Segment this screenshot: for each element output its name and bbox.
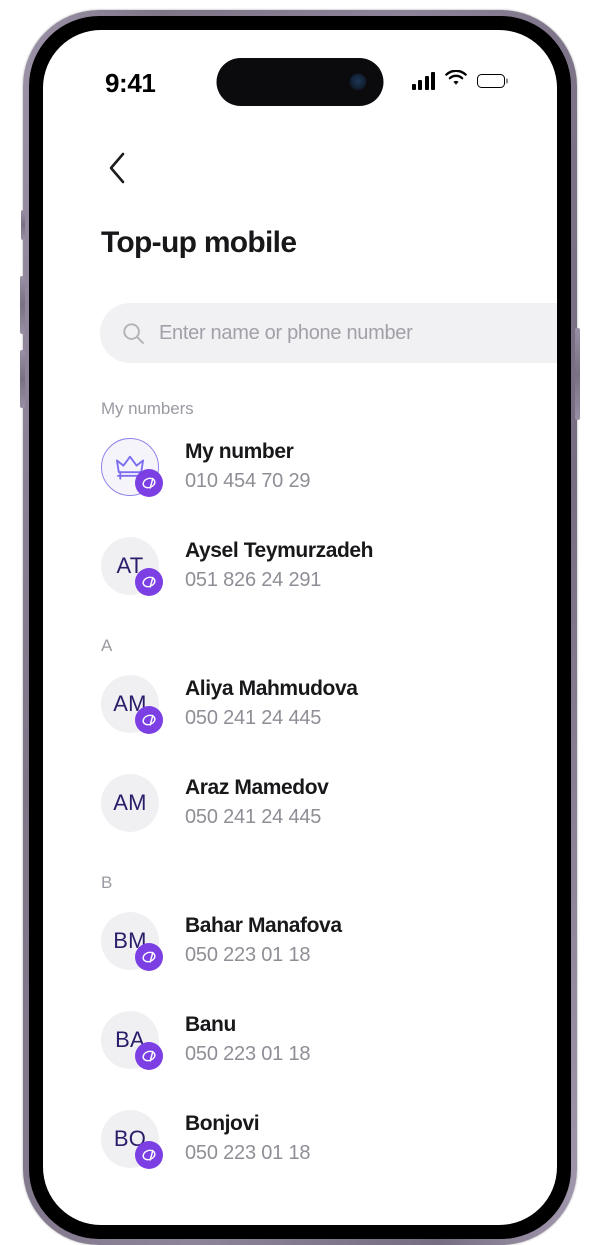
phone-bezel: 9:41 Top-up mobile Enter name or phone n… [29,16,571,1239]
avatar-initials: AM [101,773,159,832]
avatar: BO [101,1109,163,1169]
contact-name: Bahar Manafova [185,913,342,937]
front-camera-icon [349,73,367,91]
status-bar: 9:41 [43,30,557,126]
contact-phone: 050 223 01 18 [185,944,311,967]
contact-phone: 050 223 01 18 [185,1043,311,1066]
contact-text: Bonjovi 050 223 01 18 [185,1111,311,1166]
operator-badge-icon [135,567,163,596]
contact-text: Aliya Mahmudova 050 241 24 445 [185,676,358,731]
operator-badge-icon [135,705,163,734]
contact-row[interactable]: BO Bonjovi 050 223 01 18 [43,1089,557,1188]
contact-name: My number [185,439,294,463]
avatar [101,437,163,497]
contact-text: My number 010 454 70 29 [185,439,311,494]
wifi-icon [445,69,467,92]
contact-row[interactable]: AT Aysel Teymurzadeh 051 826 24 291 [43,516,557,615]
contact-row[interactable]: AM Aliya Mahmudova 050 241 24 445 [43,654,557,753]
search-input[interactable]: Enter name or phone number [100,303,557,363]
phone-screen: 9:41 Top-up mobile Enter name or phone n… [43,30,557,1225]
section-header: My numbers [101,399,194,418]
contact-text: Araz Mamedov 050 241 24 445 [185,775,329,830]
contact-name: Banu [185,1012,236,1036]
contact-text: Bahar Manafova 050 223 01 18 [185,913,342,968]
contact-list[interactable]: My numbers My number 010 454 70 29 AT Aysel … [43,382,557,1225]
volume-up-button[interactable] [20,276,25,334]
contact-row[interactable]: My number 010 454 70 29 [43,417,557,516]
search-icon [123,322,144,344]
operator-badge-icon [135,942,163,971]
search-placeholder: Enter name or phone number [159,321,413,344]
operator-badge-icon [135,468,163,497]
avatar: AM [101,674,163,734]
contact-phone: 050 223 01 18 [185,1142,311,1165]
avatar: BA [101,1010,163,1070]
power-button[interactable] [575,328,580,420]
phone-frame: 9:41 Top-up mobile Enter name or phone n… [20,10,580,1245]
battery-full-icon [477,74,508,88]
chevron-left-icon [109,152,125,184]
cellular-signal-icon [411,72,435,90]
section-header: B [101,873,113,892]
section-header: A [101,636,113,655]
silent-switch[interactable] [21,210,25,240]
contact-name: Bonjovi [185,1111,260,1135]
contact-row[interactable]: BA Banu 050 223 01 18 [43,990,557,1089]
contact-row[interactable]: BM Bahar Manafova 050 223 01 18 [43,891,557,990]
contact-text: Aysel Teymurzadeh 051 826 24 291 [185,538,374,593]
contact-name: Aysel Teymurzadeh [185,538,374,562]
contact-name: Aliya Mahmudova [185,676,358,700]
status-time: 9:41 [105,68,156,98]
avatar: AM [101,773,159,832]
status-icons [411,69,508,92]
back-button[interactable] [91,142,143,194]
contact-phone: 051 826 24 291 [185,569,322,592]
avatar: BM [101,911,163,971]
operator-badge-icon [135,1140,163,1169]
contact-phone: 010 454 70 29 [185,470,311,493]
volume-down-button[interactable] [20,350,25,408]
contact-row[interactable]: AM Araz Mamedov 050 241 24 445 [43,753,557,852]
contact-name: Araz Mamedov [185,775,329,799]
avatar: AT [101,536,163,596]
contact-text: Banu 050 223 01 18 [185,1012,311,1067]
dynamic-island [216,58,384,106]
contact-phone: 050 241 24 445 [185,707,322,730]
contact-phone: 050 241 24 445 [185,806,322,829]
operator-badge-icon [135,1041,163,1070]
page-title: Top-up mobile [101,226,297,259]
